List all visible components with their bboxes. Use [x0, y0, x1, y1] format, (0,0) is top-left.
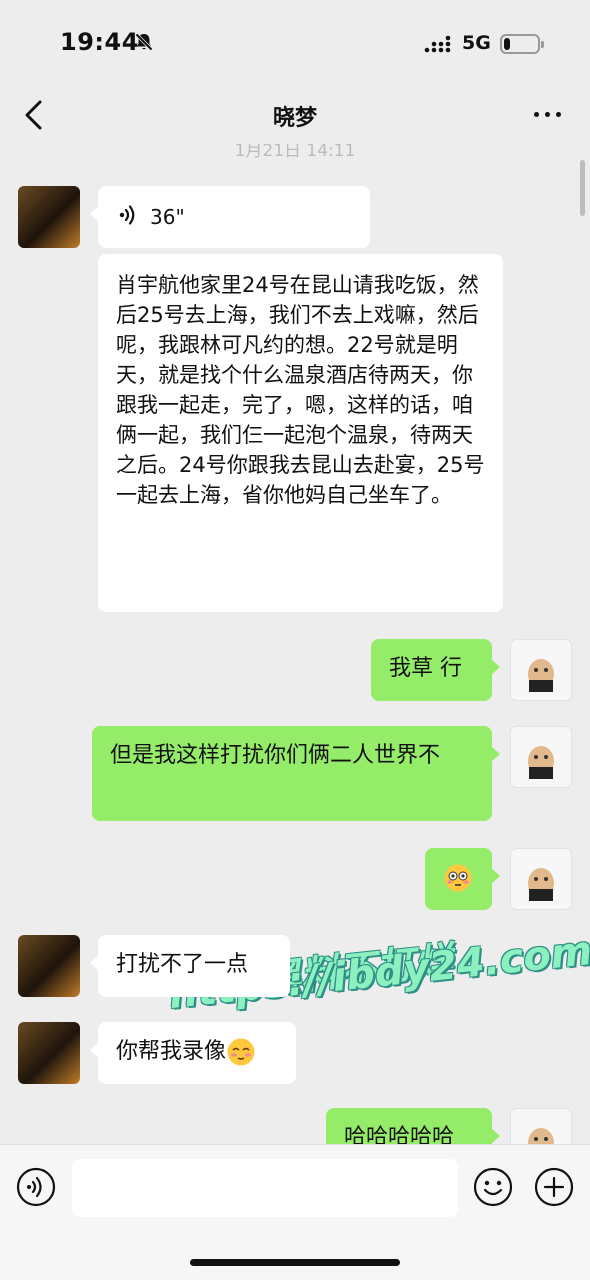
- nav-bar: 晓梦: [0, 88, 590, 144]
- home-indicator[interactable]: [190, 1259, 400, 1266]
- flushed-face-icon: [444, 864, 472, 892]
- battery-level: [504, 38, 510, 50]
- chat-title: 晓梦: [272, 106, 317, 131]
- message-text: 你帮我录像: [116, 1039, 227, 1064]
- status-bar: 19:44 5G: [0, 0, 590, 88]
- message-bubble-incoming[interactable]: 肖宇航他家里24号在昆山请我吃饭，然后25号去上海，我们不去上戏嘛，然后呢，我跟…: [98, 254, 503, 612]
- contact-avatar[interactable]: [18, 935, 80, 997]
- chat-area[interactable]: 1月21日 14:11 36" 肖宇航他家里24号在昆山请我吃饭，然后25号去上…: [0, 144, 590, 1144]
- battery-icon: [500, 34, 544, 54]
- message-timestamp: 1月21日 14:11: [234, 144, 356, 161]
- message-bubble-incoming[interactable]: 你帮我录像: [90, 1022, 296, 1084]
- status-time: 19:44: [60, 28, 139, 56]
- contact-avatar[interactable]: [18, 186, 80, 248]
- network-label: 5G: [462, 32, 491, 54]
- plus-icon[interactable]: [534, 1167, 574, 1207]
- hamster-icon: [528, 868, 554, 901]
- user-avatar[interactable]: [510, 726, 572, 788]
- bell-muted-icon: [134, 32, 154, 52]
- user-avatar[interactable]: [510, 848, 572, 910]
- message-bubble-outgoing[interactable]: 但是我这样打扰你们俩二人世界不: [92, 726, 500, 821]
- signal-icon: [424, 35, 451, 53]
- message-bubble-outgoing[interactable]: 我草 行: [371, 639, 500, 701]
- scrollbar[interactable]: [580, 160, 585, 216]
- hamster-icon: [528, 659, 554, 692]
- voice-duration: 36": [150, 205, 185, 229]
- contact-avatar[interactable]: [18, 1022, 80, 1084]
- emoji-picker-icon[interactable]: [473, 1167, 513, 1207]
- user-avatar[interactable]: [510, 639, 572, 701]
- voice-wave-icon: [119, 205, 135, 225]
- voice-message[interactable]: 36": [90, 186, 370, 248]
- hamster-icon: [528, 746, 554, 779]
- voice-input-icon[interactable]: [16, 1167, 56, 1207]
- hamster-icon: [528, 1128, 554, 1144]
- user-avatar[interactable]: [510, 1108, 572, 1144]
- more-options-icon[interactable]: [532, 102, 564, 126]
- message-input[interactable]: [72, 1159, 458, 1217]
- message-bubble-incoming[interactable]: 打扰不了一点: [90, 935, 290, 997]
- input-bar: [0, 1144, 590, 1280]
- emoji-message[interactable]: [425, 848, 500, 910]
- message-bubble-outgoing[interactable]: 哈哈哈哈哈: [326, 1108, 500, 1144]
- shy-face-icon: [227, 1038, 255, 1066]
